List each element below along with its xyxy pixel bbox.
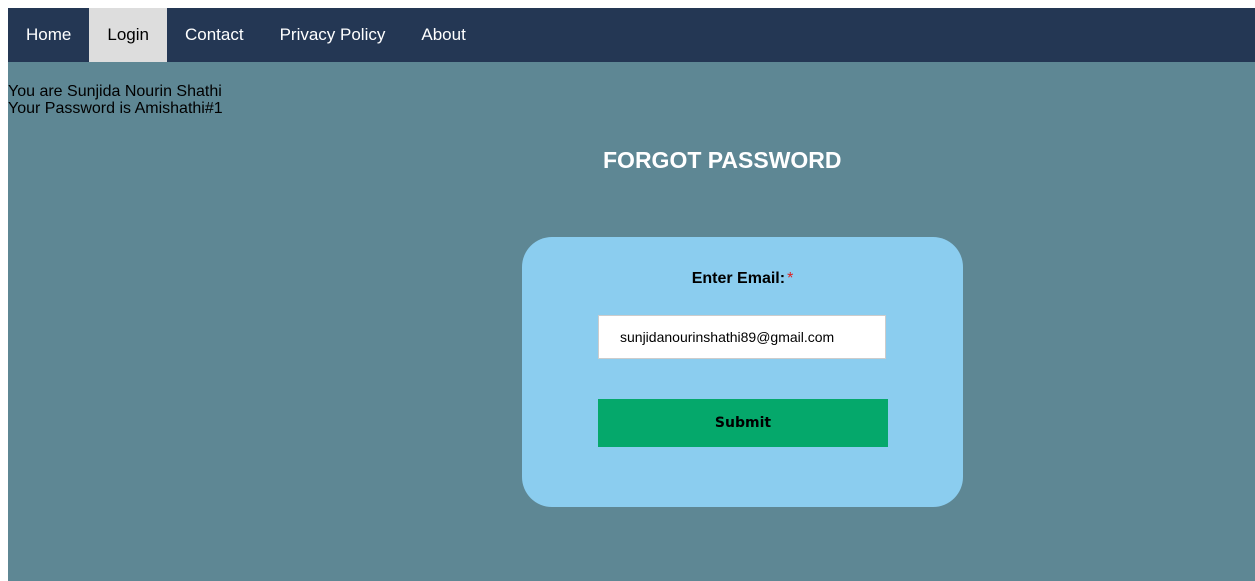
nav-item-contact[interactable]: Contact [167, 8, 262, 62]
nav-item-about[interactable]: About [403, 8, 483, 62]
top-navbar: Home Login Contact Privacy Policy About [8, 8, 1255, 62]
page-title: FORGOT PASSWORD [603, 147, 842, 173]
page-frame: Home Login Contact Privacy Policy About … [8, 8, 1255, 581]
forgot-password-card: Enter Email:* Submit [522, 237, 963, 507]
account-info: You are Sunjida Nourin Shathi Your Passw… [8, 83, 223, 117]
submit-button[interactable]: Submit [598, 399, 888, 447]
nav-item-home[interactable]: Home [8, 8, 89, 62]
nav-item-privacy-policy[interactable]: Privacy Policy [262, 8, 404, 62]
password-text: Your Password is Amishathi#1 [8, 100, 223, 117]
email-label-text: Enter Email: [691, 270, 786, 287]
email-label: Enter Email: * [522, 270, 963, 288]
nav-item-login[interactable]: Login [89, 8, 167, 62]
user-name-text: You are Sunjida Nourin Shathi [8, 83, 222, 100]
email-input[interactable] [598, 315, 886, 359]
required-asterisk: * [787, 270, 794, 287]
